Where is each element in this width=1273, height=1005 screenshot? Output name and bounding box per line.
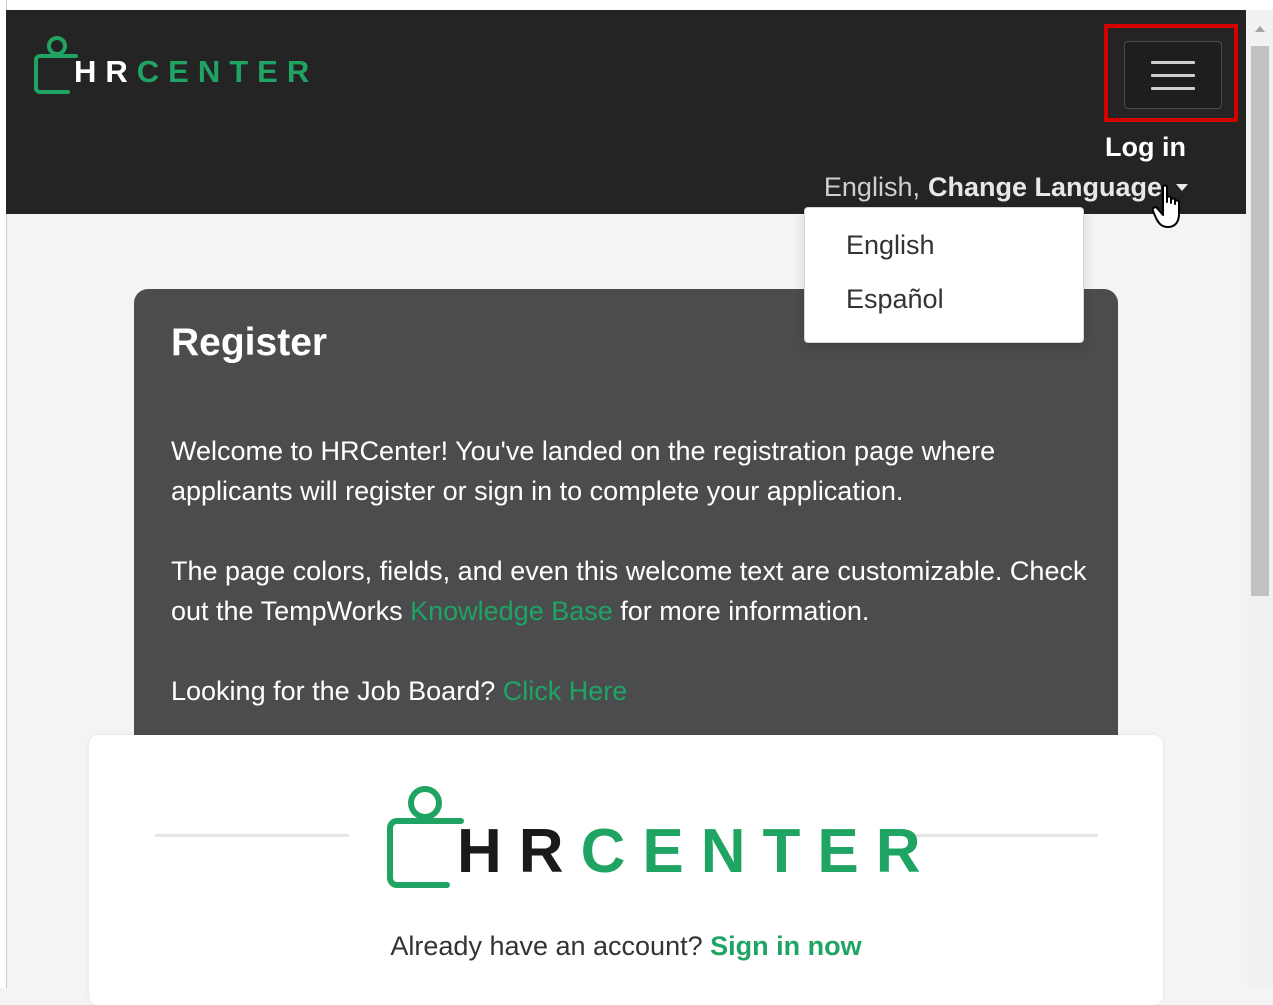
hamburger-icon [1151, 60, 1195, 64]
change-language-toggle[interactable]: Change Language [928, 172, 1162, 203]
welcome-text: Welcome to HRCenter! You've landed on th… [171, 431, 1091, 751]
scrollbar-thumb[interactable] [1251, 46, 1269, 596]
job-board-link[interactable]: Click Here [503, 676, 628, 706]
window-frame-top [0, 0, 1273, 10]
login-link[interactable]: Log in [1105, 132, 1186, 163]
current-language: English, [823, 172, 920, 202]
sign-in-prompt: Already have an account? Sign in now [390, 931, 862, 961]
language-dropdown-menu: English Español [804, 207, 1084, 343]
register-card: Register Welcome to HRCenter! You've lan… [134, 289, 1118, 759]
hand-pointer-cursor-icon [1152, 184, 1180, 228]
knowledge-base-link[interactable]: Knowledge Base [410, 596, 613, 626]
scroll-up-arrow-icon[interactable] [1255, 26, 1265, 32]
vertical-scrollbar[interactable] [1247, 10, 1273, 988]
register-title: Register [171, 321, 328, 364]
site-header: HRCENTER Log in English, Change Language [6, 10, 1246, 214]
welcome-paragraph-1: Welcome to HRCenter! You've landed on th… [171, 436, 996, 506]
signin-card: HRCENTER Already have an account? Sign i… [89, 735, 1163, 1005]
language-selector: English, Change Language [824, 172, 1188, 203]
sign-in-now-link[interactable]: Sign in now [710, 931, 861, 961]
language-option-english[interactable]: English [846, 230, 935, 261]
divider-left [155, 834, 349, 837]
hamburger-menu-button[interactable] [1124, 41, 1222, 109]
brand-wordmark: HRCENTER [74, 53, 319, 89]
hrcenter-large-logo: HRCENTER [387, 783, 937, 889]
welcome-paragraph-2: The page colors, fields, and even this w… [171, 556, 1087, 626]
language-option-espanol[interactable]: Español [846, 284, 944, 315]
brand-wordmark-large: HRCENTER [457, 817, 938, 886]
brand-logo[interactable]: HRCENTER [34, 34, 334, 96]
welcome-paragraph-3: Looking for the Job Board? Click Here [171, 676, 628, 706]
